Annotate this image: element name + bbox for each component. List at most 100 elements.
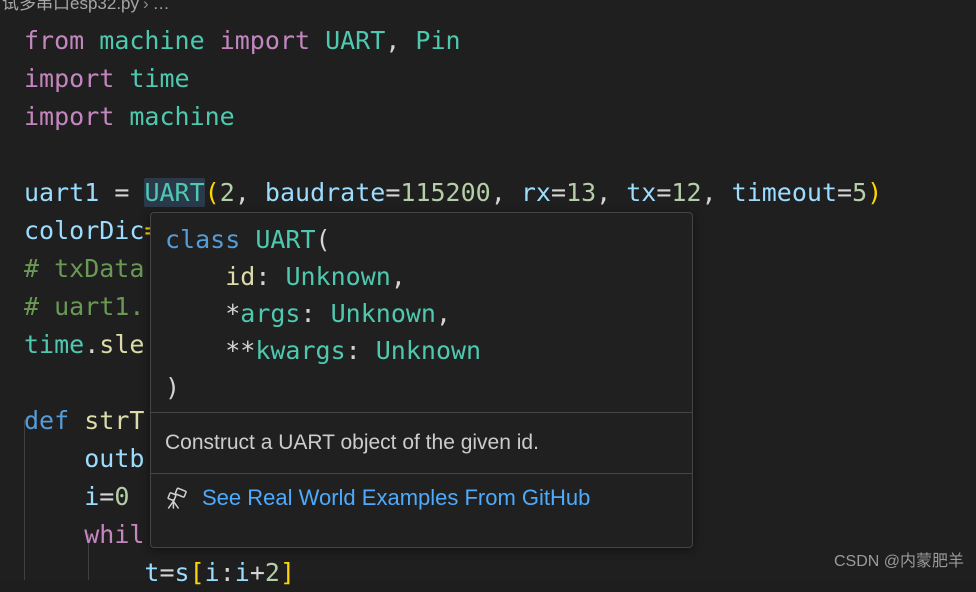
code-token: # txData	[24, 254, 145, 283]
code-token: ,	[490, 178, 506, 207]
code-token: UART	[325, 26, 386, 55]
code-line[interactable]: def strT	[24, 402, 144, 440]
code-token: Unknown	[375, 336, 482, 365]
code-line[interactable]: from machine import UART, Pin	[24, 22, 461, 60]
code-line[interactable]: i=0	[24, 478, 129, 516]
code-token: ]	[279, 558, 296, 587]
code-token: machine	[129, 102, 235, 131]
code-editor[interactable]: 试多串口esp32.py › … from machine import UART,…	[0, 0, 976, 587]
tooltip-description: Construct a UART object of the given id.	[165, 431, 539, 454]
code-token: =	[385, 178, 401, 207]
code-token: from	[24, 26, 85, 55]
code-token: (	[315, 225, 331, 254]
breadcrumb[interactable]: 试多串口esp32.py › …	[0, 0, 170, 16]
code-line[interactable]: outb	[24, 440, 144, 478]
code-token: time	[129, 64, 190, 93]
code-token: Unknown	[285, 262, 391, 291]
code-token: 12	[671, 178, 702, 207]
tooltip-signature-line: id: Unknown,	[165, 258, 692, 295]
code-line[interactable]: # txData	[24, 250, 144, 288]
tooltip-signature-line: class UART(	[165, 221, 692, 258]
code-token: machine	[99, 26, 205, 55]
code-token: rx	[520, 178, 551, 207]
code-token: =	[837, 178, 853, 207]
code-token: 0	[114, 482, 130, 511]
code-token: ,	[701, 178, 717, 207]
code-token: id	[225, 262, 256, 291]
code-token: .	[84, 330, 100, 359]
tooltip-signature: class UART( id: Unknown, *args: Unknown,…	[151, 213, 692, 412]
code-token: :	[300, 299, 331, 328]
csdn-watermark: CSDN @内蒙肥羊	[833, 553, 964, 570]
code-line[interactable]: # uart1.	[24, 288, 144, 326]
code-line[interactable]: time.sle	[24, 326, 144, 364]
code-line[interactable]: uart1 = UART(2, baudrate=115200, rx=13, …	[24, 174, 882, 212]
code-token: s	[174, 558, 190, 587]
code-line[interactable]: t=s[i:i+2]	[24, 554, 295, 592]
code-token: =	[159, 558, 175, 587]
code-token: i	[84, 482, 100, 511]
code-token: [	[189, 558, 205, 587]
code-token: UART	[255, 225, 316, 254]
code-token: import	[24, 64, 115, 93]
code-token: import	[219, 26, 311, 55]
code-token: whil	[84, 520, 145, 549]
code-token: 2	[219, 178, 235, 207]
tooltip-action-row[interactable]: See Real World Examples From GitHub	[151, 474, 692, 522]
code-token: Pin	[415, 26, 461, 55]
code-token: tx	[626, 178, 657, 207]
hover-tooltip-popup[interactable]: class UART( id: Unknown, *args: Unknown,…	[150, 212, 693, 548]
code-token: **	[225, 336, 256, 365]
code-line[interactable]: whil	[24, 516, 144, 554]
tooltip-signature-line: *args: Unknown,	[165, 295, 692, 332]
code-token: Unknown	[330, 299, 436, 328]
code-token: =	[114, 178, 130, 207]
code-token: i	[204, 558, 220, 587]
tooltip-signature-line: **kwargs: Unknown	[165, 332, 692, 369]
breadcrumb-separator: ›	[143, 0, 149, 13]
code-token: outb	[84, 444, 145, 473]
code-token: ,	[435, 299, 452, 328]
code-token: ,	[390, 262, 406, 291]
code-token: :	[219, 558, 235, 587]
code-token: UART	[144, 178, 205, 207]
code-token: colorDic	[24, 216, 145, 245]
code-token: sle	[99, 330, 145, 359]
code-token: # uart1.	[24, 292, 145, 321]
code-token: time	[24, 330, 85, 359]
breadcrumb-file[interactable]: 试多串口esp32.py	[2, 0, 139, 13]
code-token: ,	[385, 26, 401, 55]
code-token: ,	[596, 178, 612, 207]
code-token: =	[656, 178, 672, 207]
code-token: uart1	[24, 178, 100, 207]
code-token: =	[550, 178, 567, 207]
breadcrumb-overflow[interactable]: …	[153, 0, 170, 13]
tooltip-signature-line: )	[165, 369, 692, 406]
code-token: baudrate	[264, 178, 386, 207]
code-token: i	[234, 558, 250, 587]
code-token: ,	[234, 178, 250, 207]
code-line[interactable]: import machine	[24, 98, 235, 136]
code-token: 13	[566, 178, 597, 207]
code-line[interactable]: import time	[24, 60, 190, 98]
github-examples-link[interactable]: See Real World Examples From GitHub	[202, 485, 590, 511]
code-token: def	[24, 406, 70, 435]
code-token: =	[99, 482, 115, 511]
code-token: import	[24, 102, 115, 131]
code-token: class	[165, 225, 241, 254]
